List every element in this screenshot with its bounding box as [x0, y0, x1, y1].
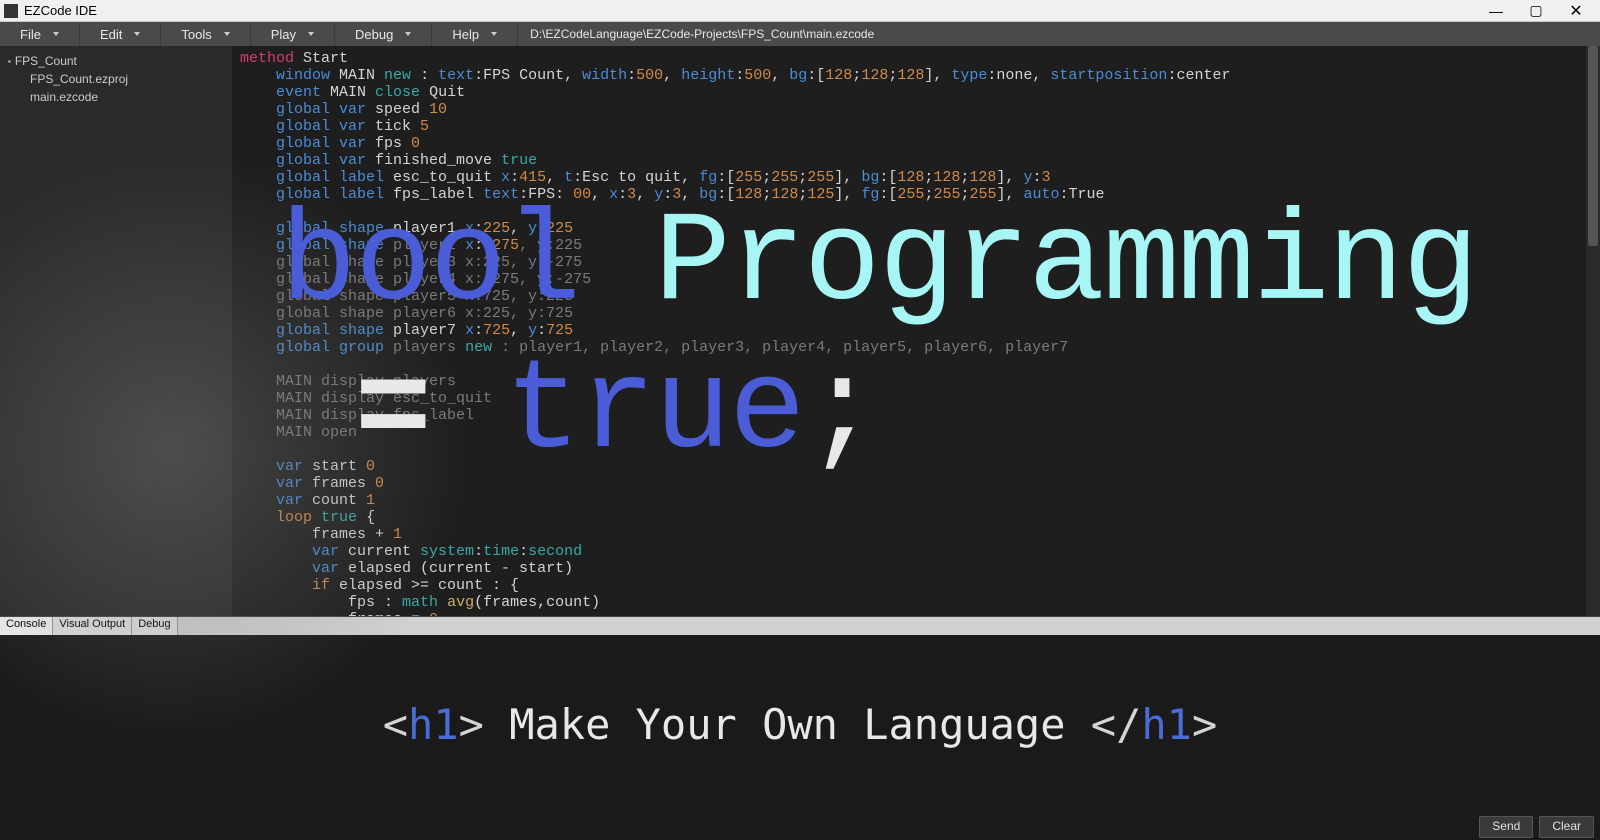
console-buttons: Send Clear: [0, 814, 1600, 840]
tab-visual-output[interactable]: Visual Output: [53, 617, 132, 635]
app-icon: [4, 4, 18, 18]
minimize-button[interactable]: —: [1476, 0, 1516, 22]
scrollbar-thumb[interactable]: [1588, 46, 1598, 246]
tab-debug[interactable]: Debug: [132, 617, 177, 635]
tree-file-main[interactable]: main.ezcode: [0, 88, 232, 106]
menu-edit[interactable]: Edit: [80, 22, 161, 46]
console-body: <h1> Make Your Own Language </h1>: [0, 635, 1600, 814]
tree-root[interactable]: FPS_Count: [0, 52, 232, 70]
menu-file[interactable]: File: [0, 22, 80, 46]
main-area: FPS_Count FPS_Count.ezproj main.ezcode m…: [0, 46, 1600, 616]
tab-console[interactable]: Console: [0, 617, 53, 635]
close-button[interactable]: ✕: [1556, 0, 1596, 22]
editor-scrollbar[interactable]: [1586, 46, 1600, 616]
menu-tools[interactable]: Tools: [161, 22, 250, 46]
menu-help[interactable]: Help: [432, 22, 518, 46]
console-line: <h1> Make Your Own Language </h1>: [383, 700, 1218, 749]
maximize-button[interactable]: ▢: [1516, 0, 1556, 22]
titlebar: EZCode IDE — ▢ ✕: [0, 0, 1600, 22]
menubar: File Edit Tools Play Debug Help D:\EZCod…: [0, 22, 1600, 46]
code-editor[interactable]: method Start window MAIN new : text:FPS …: [232, 46, 1600, 616]
tree-file-ezproj[interactable]: FPS_Count.ezproj: [0, 70, 232, 88]
panel-tabs: Console Visual Output Debug: [0, 617, 1600, 635]
bottom-panel: Console Visual Output Debug <h1> Make Yo…: [0, 616, 1600, 840]
project-sidebar: FPS_Count FPS_Count.ezproj main.ezcode: [0, 46, 232, 616]
window-title: EZCode IDE: [24, 3, 97, 18]
menu-debug[interactable]: Debug: [335, 22, 432, 46]
clear-button[interactable]: Clear: [1539, 816, 1594, 838]
code-content[interactable]: method Start window MAIN new : text:FPS …: [232, 46, 1600, 616]
file-path: D:\EZCodeLanguage\EZCode-Projects\FPS_Co…: [518, 27, 886, 41]
send-button[interactable]: Send: [1479, 816, 1533, 838]
menu-play[interactable]: Play: [251, 22, 335, 46]
